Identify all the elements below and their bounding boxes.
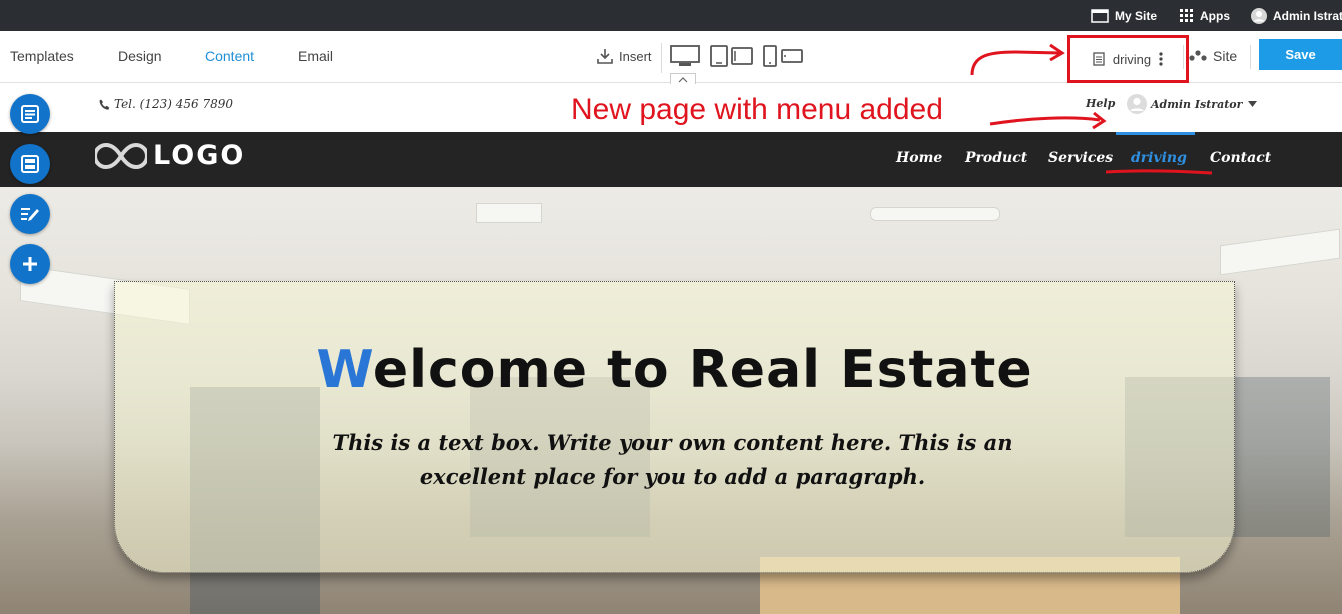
ceiling-light (476, 203, 542, 223)
apps-grid-icon (1180, 8, 1193, 22)
phone-portrait-icon[interactable] (763, 45, 777, 67)
caret-down-icon (1248, 101, 1258, 107)
user-avatar-icon (1251, 7, 1267, 24)
current-page-name: driving (1112, 51, 1152, 67)
tablet-landscape-icon[interactable] (731, 47, 753, 65)
nav-item-driving[interactable]: driving (1131, 150, 1187, 166)
sections-button[interactable] (10, 94, 50, 134)
admin-menu[interactable]: Admin Istrato (1251, 0, 1342, 31)
help-link[interactable]: Help (1086, 97, 1115, 110)
annotation-text: New page with menu added (571, 93, 943, 126)
browser-window-icon (1091, 8, 1109, 23)
nav-active-indicator (1116, 132, 1195, 135)
site-logo[interactable]: LOGO (95, 140, 245, 171)
hero-paragraph[interactable]: This is a text box. Write your own conte… (320, 426, 1025, 494)
site-button[interactable]: Site (1189, 48, 1237, 64)
phone-number: Tel. (123) 456 7890 (114, 97, 233, 111)
page-icon (1093, 52, 1105, 66)
phone-info: Tel. (123) 456 7890 (99, 97, 233, 111)
phone-landscape-icon[interactable] (781, 49, 803, 63)
tablet-portrait-icon[interactable] (710, 45, 728, 67)
toolbar-divider (1250, 45, 1251, 69)
edit-text-button[interactable] (10, 194, 50, 234)
site-admin-menu[interactable]: Admin Istrator (1127, 94, 1258, 114)
save-button[interactable]: Save (1259, 39, 1342, 70)
nav-item-services[interactable]: Services (1048, 150, 1113, 166)
insert-button[interactable]: Insert (597, 48, 652, 64)
tab-content[interactable]: Content (205, 48, 254, 64)
hero-title-rest: elcome to Real Estate (372, 340, 1033, 400)
desktop-icon[interactable] (670, 45, 700, 67)
hero-title-first-letter: W (316, 340, 373, 400)
ceiling-light (870, 207, 1000, 221)
download-icon (597, 49, 613, 64)
nav-item-home[interactable]: Home (896, 150, 942, 166)
phone-icon (99, 99, 110, 110)
hero-title[interactable]: Welcome to Real Estate (114, 340, 1235, 400)
toolbar-divider (1183, 45, 1184, 69)
top-bar: My Site Apps Admin Istrato (0, 0, 1342, 31)
tab-design[interactable]: Design (118, 48, 162, 64)
more-vertical-icon[interactable] (1159, 52, 1163, 66)
apps-label: Apps (1200, 8, 1230, 23)
toolbar-divider (661, 43, 662, 73)
tab-templates[interactable]: Templates (10, 48, 74, 64)
add-icon (23, 257, 37, 271)
my-site-label: My Site (1115, 8, 1158, 23)
infinity-logo-icon (95, 142, 147, 169)
user-avatar-icon (1127, 94, 1147, 114)
sitemap-icon (1189, 50, 1207, 61)
add-element-button[interactable] (10, 244, 50, 284)
ceiling-light (1220, 228, 1340, 276)
nav-item-product[interactable]: Product (965, 150, 1027, 166)
layout-button[interactable] (10, 144, 50, 184)
nav-item-contact[interactable]: Contact (1210, 150, 1271, 166)
site-navbar: LOGO Home Product Services driving Conta… (0, 132, 1342, 187)
site-admin-name: Admin Istrator (1151, 97, 1243, 111)
layout-icon (21, 155, 39, 173)
logo-text: LOGO (153, 140, 246, 171)
site-label: Site (1213, 48, 1238, 64)
tab-email[interactable]: Email (298, 48, 333, 64)
edit-text-icon (21, 208, 39, 221)
chevron-up-icon (678, 76, 688, 82)
page-selector[interactable]: driving (1067, 35, 1189, 83)
insert-label: Insert (619, 48, 652, 64)
my-site-link[interactable]: My Site (1091, 0, 1157, 31)
sections-icon (21, 105, 39, 123)
admin-name: Admin Istrato (1273, 8, 1342, 23)
apps-link[interactable]: Apps (1180, 0, 1230, 31)
